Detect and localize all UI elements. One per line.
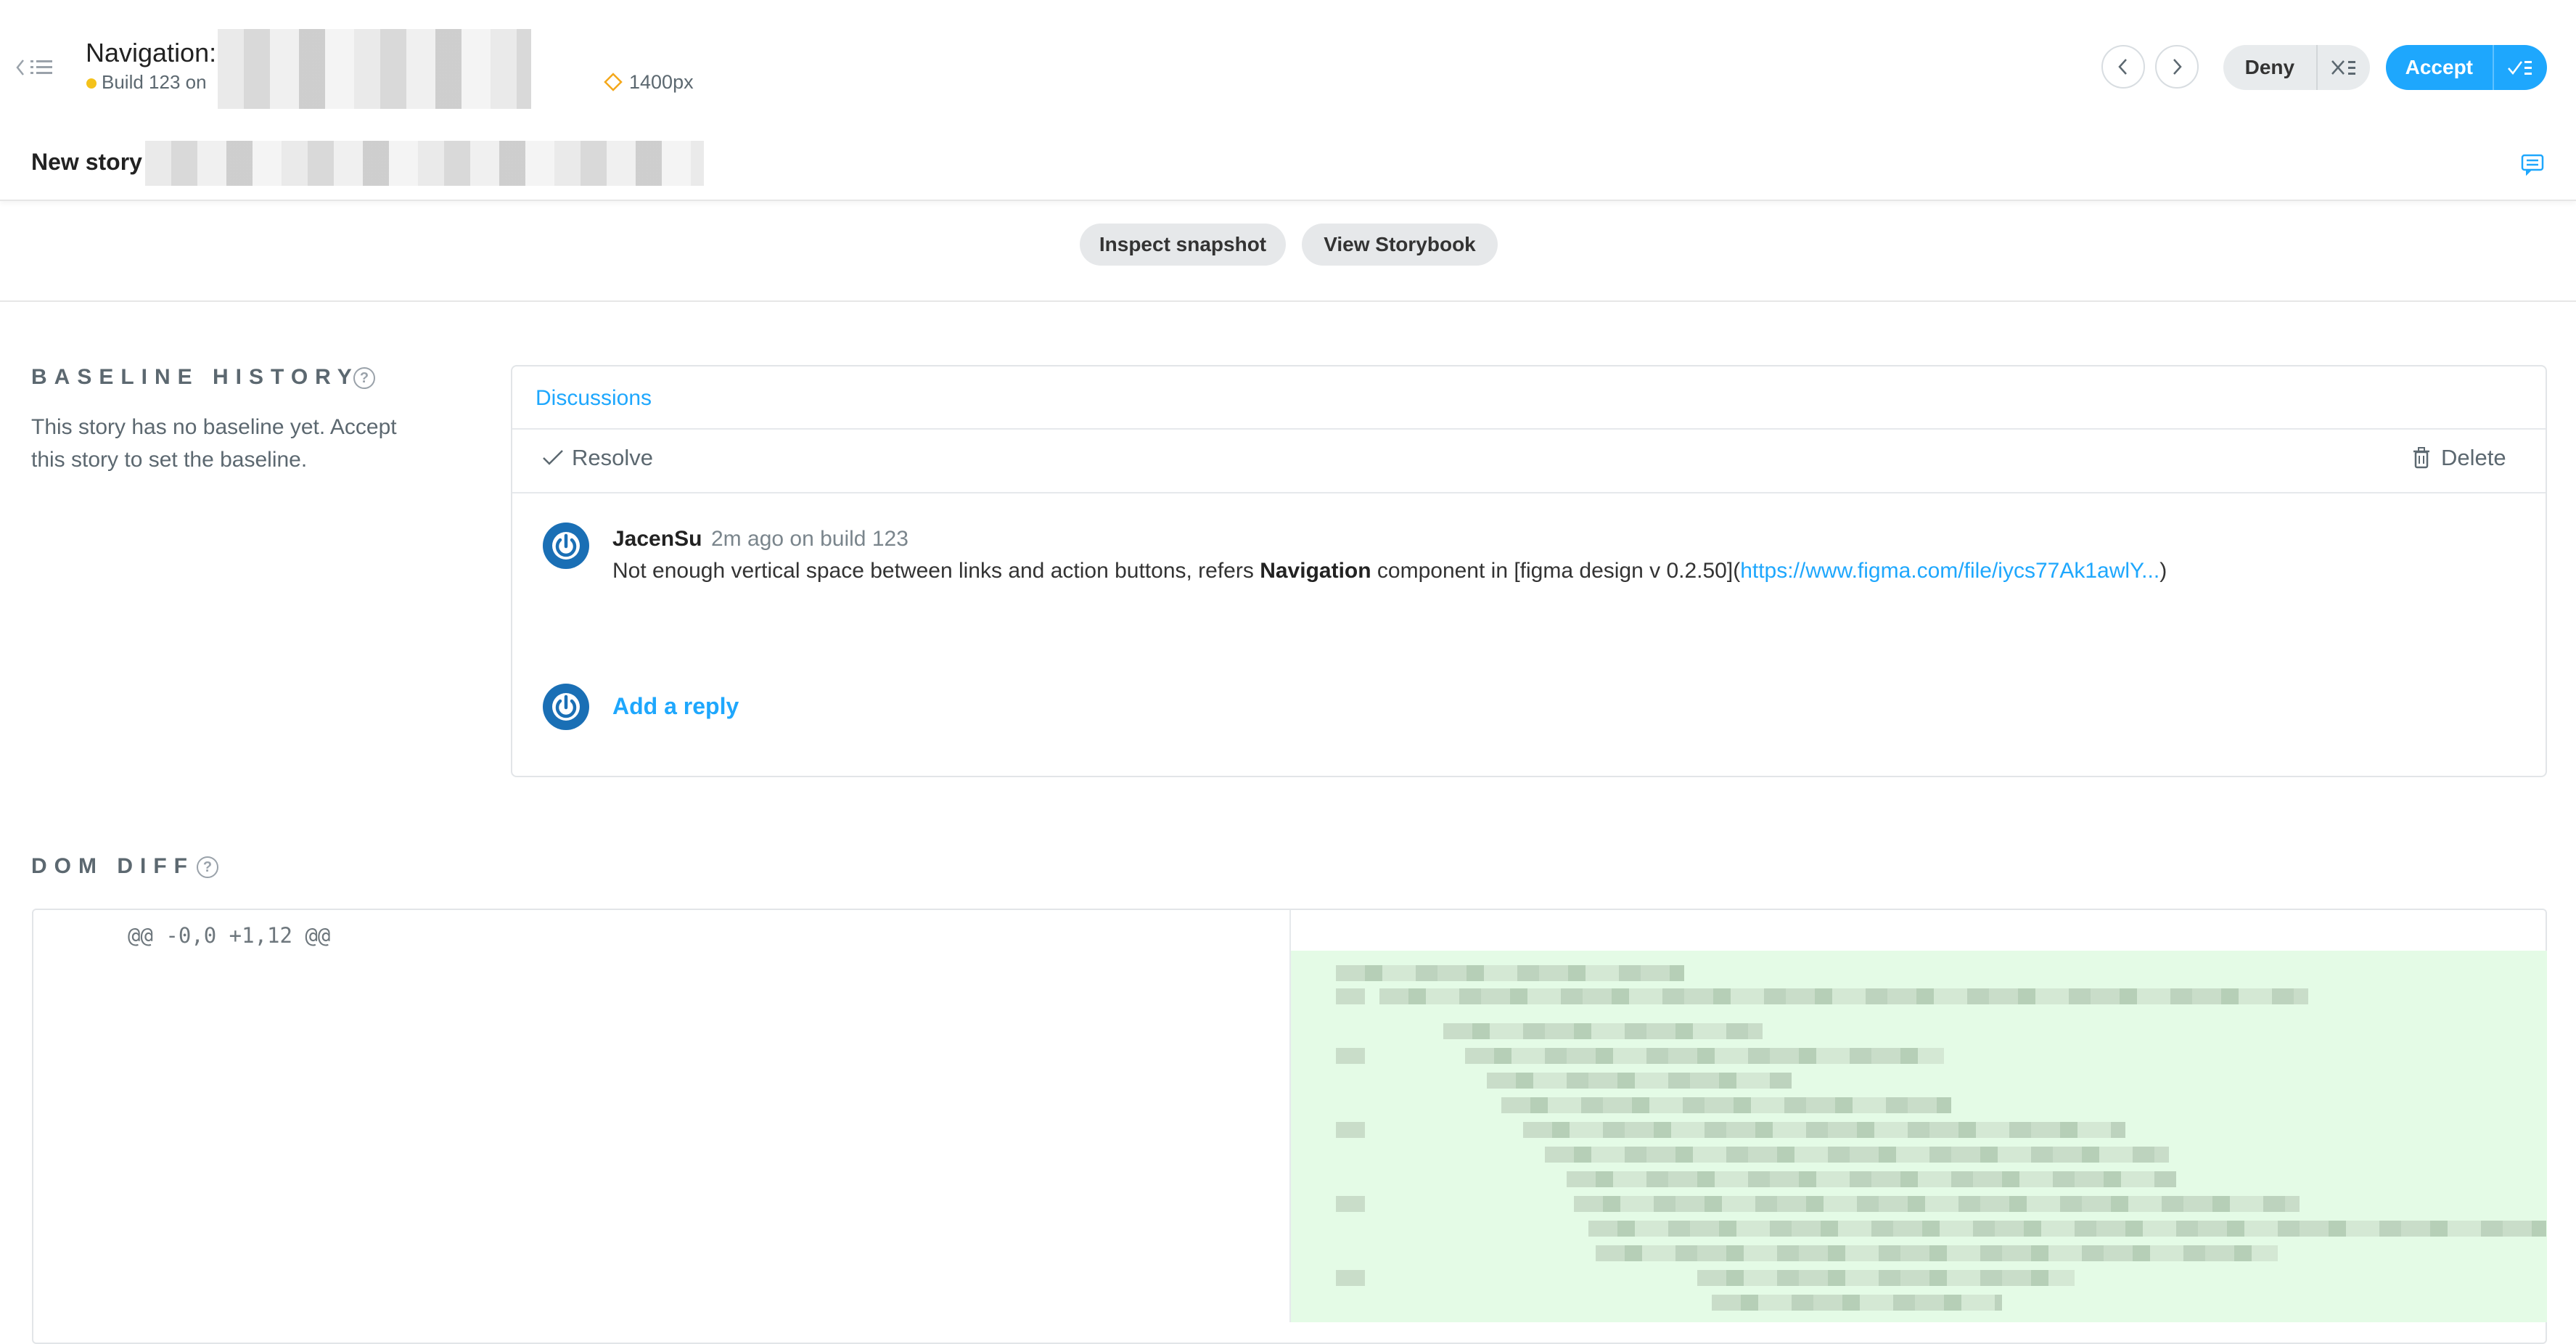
comment-text-end: ) <box>2159 559 2167 583</box>
redacted-added-line <box>1567 1171 2176 1187</box>
dom-diff-heading: DOM DIFF <box>31 854 194 878</box>
comment-meta: 2m ago on build 123 <box>711 527 908 551</box>
discussions-divider <box>512 428 2546 430</box>
accept-button-group: Accept <box>2386 45 2547 90</box>
redacted-added-line <box>1487 1073 1792 1089</box>
redacted-added-line <box>1443 1023 1763 1039</box>
discussions-divider <box>512 492 2546 493</box>
batch-accept-icon <box>2508 61 2532 75</box>
tab-discussions[interactable]: Discussions <box>536 386 652 411</box>
comment-author[interactable]: JacenSu <box>612 527 702 552</box>
redacted-added-line <box>1336 965 1684 981</box>
figma-link[interactable]: https://www.figma.com/file/iycs77Ak1awlY… <box>1740 559 2159 583</box>
redacted-line-number <box>1336 988 1365 1004</box>
baseline-help-icon[interactable]: ? <box>353 367 375 389</box>
baseline-message: This story has no baseline yet. Accept t… <box>31 415 397 472</box>
snapshot-action-bar <box>0 201 2576 302</box>
comment-text: Not enough vertical space between links … <box>612 559 2167 583</box>
delete-label: Delete <box>2441 445 2506 470</box>
viewport-width[interactable]: 1400px <box>629 71 694 94</box>
checkmark-icon <box>543 450 563 465</box>
dom-diff-help-icon[interactable]: ? <box>197 856 218 878</box>
power-icon <box>552 532 580 560</box>
redacted-line-number <box>1336 1270 1365 1286</box>
build-status-dot <box>86 78 97 89</box>
redacted-added-line <box>1379 988 2308 1004</box>
batch-deny-button[interactable] <box>2315 45 2370 90</box>
deny-button-group: Deny <box>2223 45 2370 90</box>
redacted-story-name <box>218 29 531 109</box>
chevron-left-icon <box>2118 59 2127 75</box>
back-to-list-icon[interactable] <box>16 57 57 78</box>
component-title: Navigation: <box>86 38 216 68</box>
batch-deny-icon <box>2331 60 2355 75</box>
baseline-history-heading: BASELINE HISTORY <box>31 365 359 389</box>
delete-button[interactable]: Delete <box>2412 445 2506 471</box>
redacted-added-line <box>1697 1270 2075 1286</box>
title-separator: : <box>209 38 217 67</box>
diff-hunk-header: @@ -0,0 +1,12 @@ <box>128 923 331 948</box>
reply-avatar <box>543 684 589 730</box>
redacted-added-line <box>1574 1196 2300 1212</box>
redacted-line-number <box>1336 1196 1365 1212</box>
comment-text-start: Not enough vertical space between links … <box>612 559 1260 583</box>
view-storybook-button[interactable]: View Storybook <box>1302 224 1498 266</box>
resolve-button[interactable]: Resolve <box>541 445 653 471</box>
previous-story-button[interactable] <box>2101 45 2145 89</box>
redacted-added-line <box>1545 1147 2169 1163</box>
story-label: New story <box>31 149 142 175</box>
power-icon <box>552 693 580 721</box>
redacted-added-line <box>1501 1097 1951 1113</box>
inspect-snapshot-button[interactable]: Inspect snapshot <box>1080 224 1286 266</box>
resolve-label: Resolve <box>572 445 653 470</box>
trash-icon <box>2413 447 2429 469</box>
viewport-diamond-icon <box>604 73 623 91</box>
comments-icon[interactable] <box>2521 154 2546 176</box>
comment-text-bold: Navigation <box>1260 559 1371 583</box>
next-story-button[interactable] <box>2155 45 2199 89</box>
avatar <box>543 523 589 569</box>
redacted-added-line <box>1523 1122 2125 1138</box>
chevron-right-icon <box>2173 59 2182 75</box>
add-reply-button[interactable]: Add a reply <box>612 693 739 720</box>
redacted-added-line <box>1588 1221 2546 1237</box>
accept-button[interactable]: Accept <box>2386 45 2493 90</box>
deny-button[interactable]: Deny <box>2223 45 2316 90</box>
component-name: Navigation <box>86 38 210 67</box>
redacted-added-line <box>1465 1048 1944 1064</box>
redacted-story-path <box>145 141 704 186</box>
comment-text-middle: component in [figma design v 0.2.50]( <box>1371 559 1741 583</box>
redacted-line-number <box>1336 1122 1365 1138</box>
added-lines-block <box>1291 951 2547 1322</box>
batch-accept-button[interactable] <box>2492 45 2547 90</box>
build-info[interactable]: Build 123 on <box>102 71 207 94</box>
redacted-line-number <box>1336 1048 1365 1064</box>
redacted-added-line <box>1596 1245 2278 1261</box>
redacted-added-line <box>1712 1295 2002 1311</box>
